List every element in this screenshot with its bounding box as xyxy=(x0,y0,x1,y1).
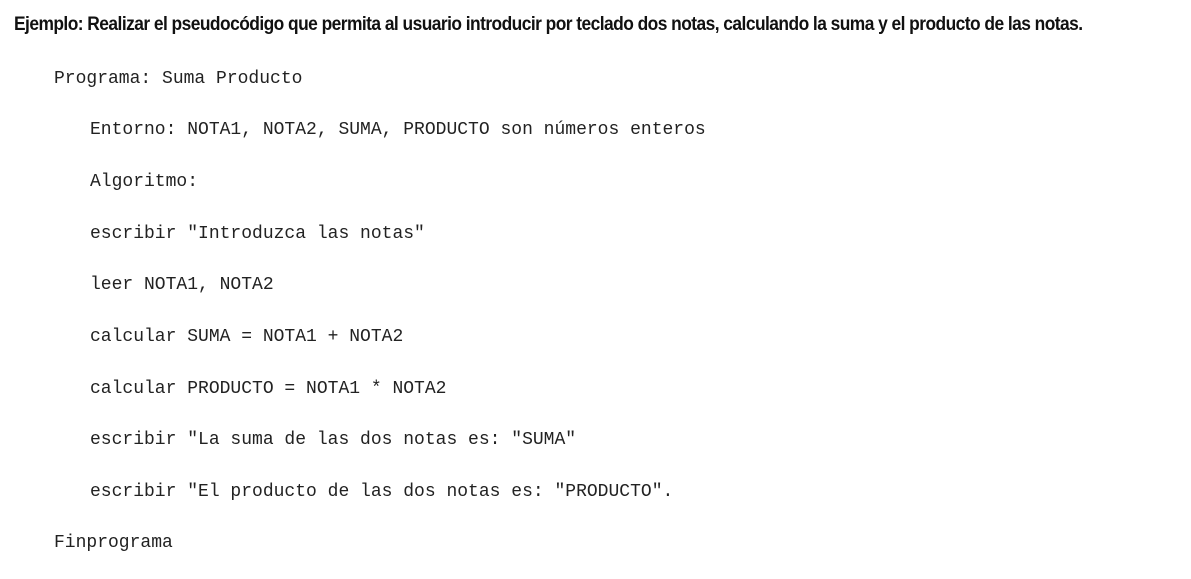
code-line-algorithm: Algoritmo: xyxy=(90,172,199,192)
code-line-calc-product: calcular PRODUCTO = NOTA1 * NOTA2 xyxy=(90,379,447,399)
code-line-write-product: escribir "El producto de las dos notas e… xyxy=(90,482,674,502)
code-line-environment: Entorno: NOTA1, NOTA2, SUMA, PRODUCTO so… xyxy=(90,120,706,140)
code-line-write-sum: escribir "La suma de las dos notas es: "… xyxy=(90,430,577,450)
code-line-program: Programa: Suma Producto xyxy=(54,69,303,89)
code-line-write-prompt: escribir "Introduzca las notas" xyxy=(90,224,425,244)
code-line-calc-sum: calcular SUMA = NOTA1 + NOTA2 xyxy=(90,327,404,347)
example-heading: Ejemplo: Realizar el pseudocódigo que pe… xyxy=(14,14,1083,35)
code-line-read: leer NOTA1, NOTA2 xyxy=(90,275,274,295)
code-line-end-program: Finprograma xyxy=(54,533,173,553)
